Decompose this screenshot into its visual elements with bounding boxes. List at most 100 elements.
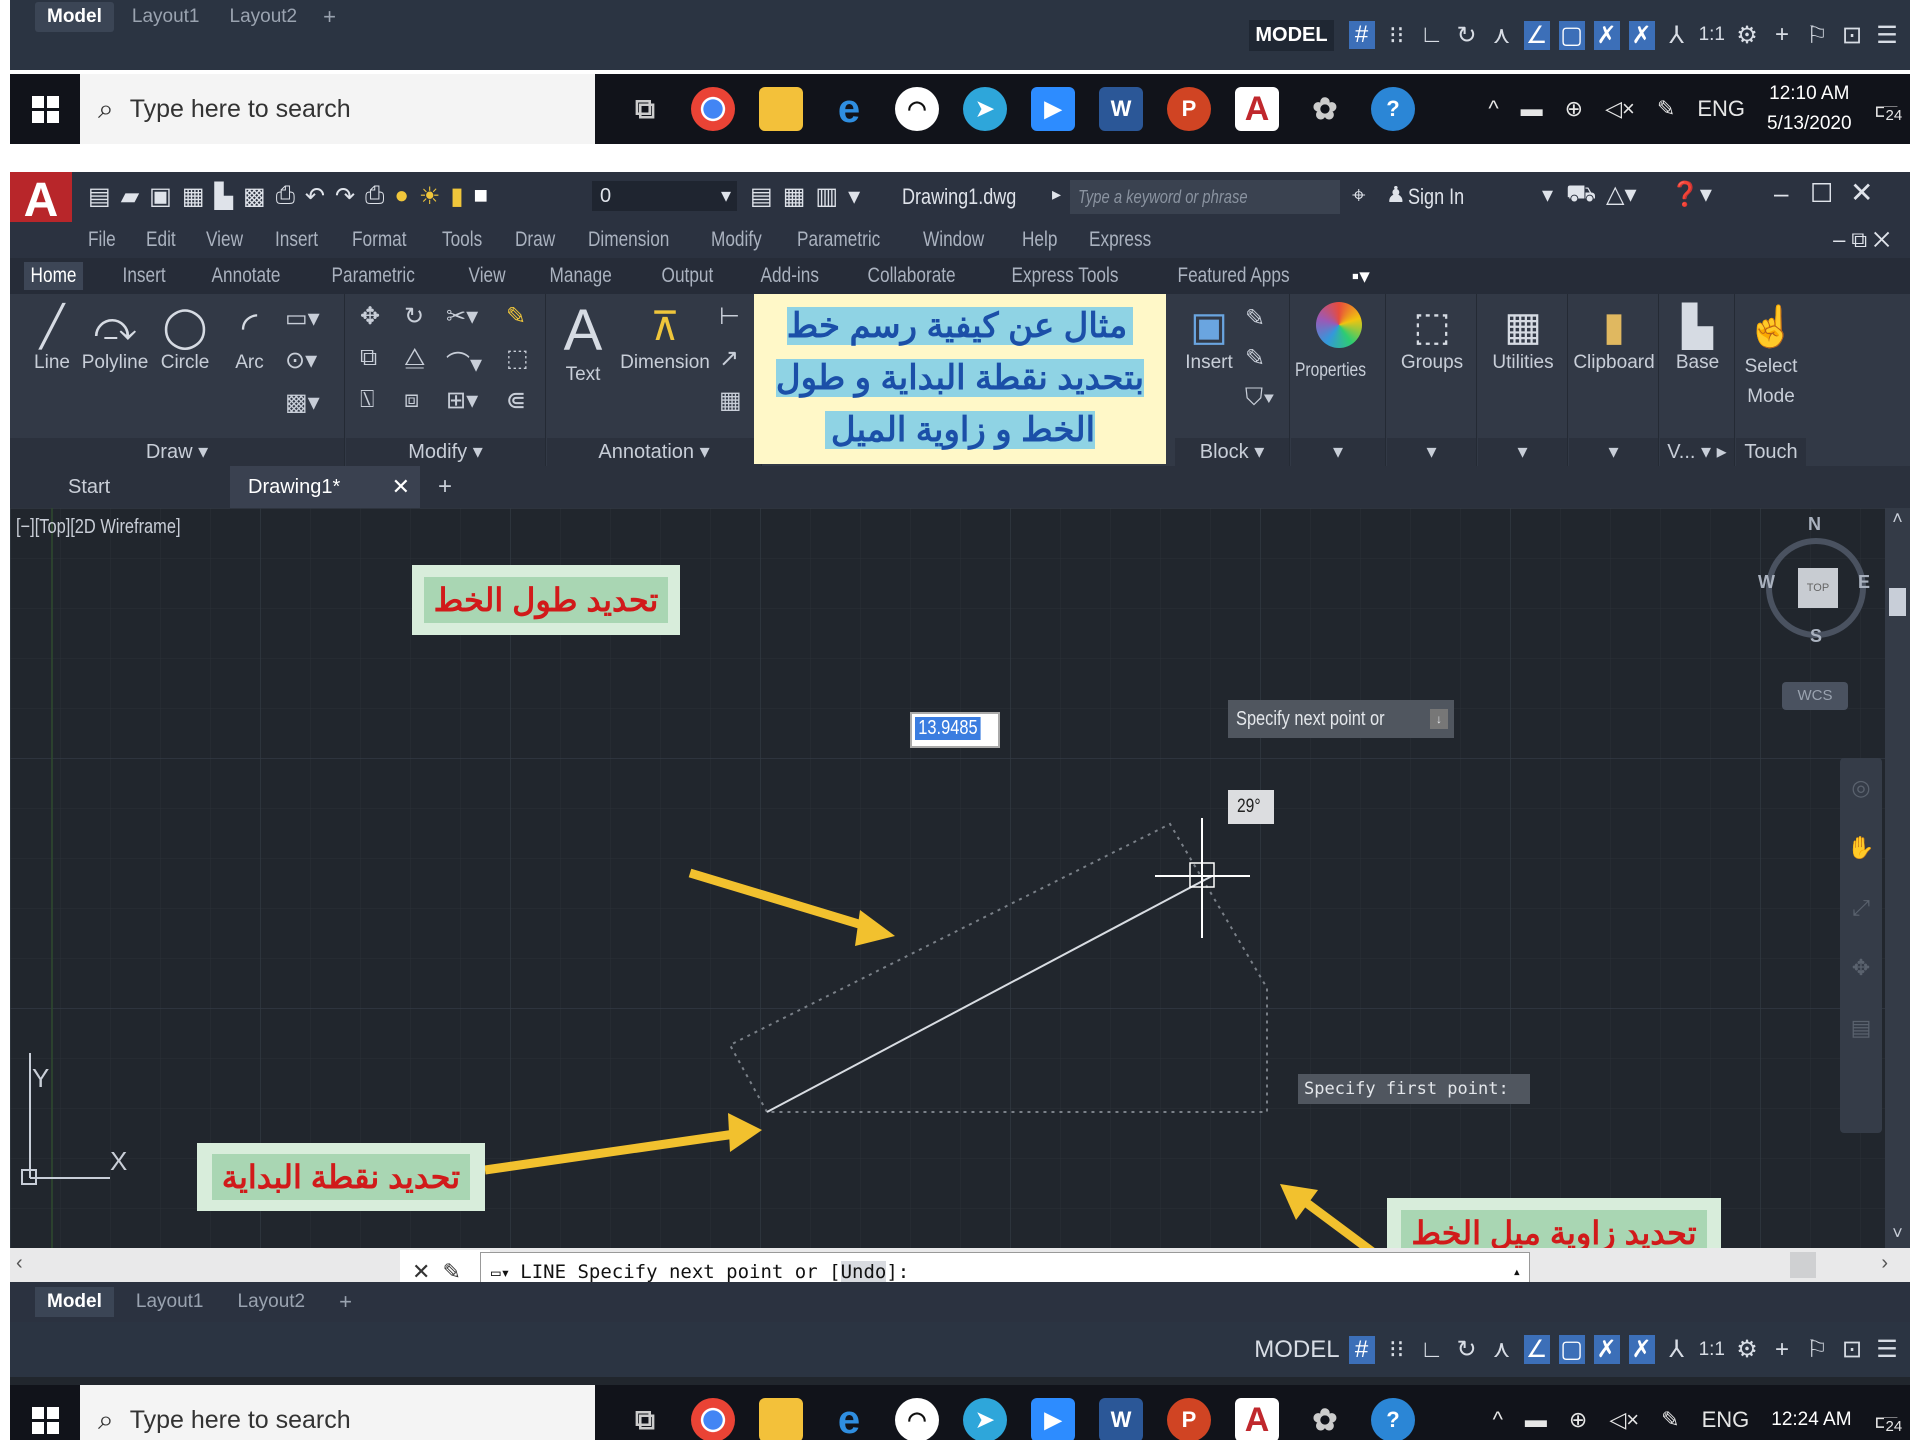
wcs-menu[interactable]: WCS — [1782, 682, 1848, 710]
notification-bottom-icon[interactable]: ▭24 — [1874, 1404, 1905, 1437]
trim-icon[interactable]: ✂▾ — [446, 302, 478, 331]
app2-icon[interactable]: ✿ — [1303, 87, 1347, 131]
ellipse-icon[interactable]: ⊙▾ — [285, 346, 317, 375]
taskbar-search[interactable]: ⌕ Type here to search — [80, 74, 595, 144]
help-question-icon[interactable]: ❓▾ — [1670, 180, 1712, 209]
utilities-expand-icon[interactable]: ▾ — [1478, 438, 1567, 466]
signin-dropdown-icon[interactable]: ▾ — [1542, 182, 1553, 208]
clock-bottom[interactable]: 12:24 AM — [1771, 1405, 1851, 1435]
gear-icon[interactable]: ⚙ — [1734, 21, 1760, 50]
navigation-bar[interactable]: ◎ ✋ ⤢ ✥ ▤ — [1840, 758, 1882, 1133]
steering-wheel-icon[interactable]: ◎ — [1840, 758, 1882, 818]
layout-tab-layout2-main[interactable]: Layout2 — [226, 1287, 318, 1317]
move-icon[interactable]: ✥ — [360, 302, 380, 331]
command-undo-option[interactable]: Undo — [840, 1261, 887, 1283]
tray-chevron-bottom-icon[interactable]: ^ — [1493, 1407, 1503, 1433]
customize-qat-icon[interactable]: ▾ — [848, 182, 860, 211]
publish-icon[interactable]: ▙ — [215, 182, 233, 211]
network-bottom-icon[interactable]: ⊕ — [1569, 1407, 1587, 1433]
autocad-icon[interactable]: A — [1235, 87, 1279, 131]
telegram-bottom-icon[interactable]: ➤ — [963, 1398, 1007, 1440]
layer-dropdown[interactable]: 0 ▾ — [592, 181, 737, 211]
select-mode-tool[interactable]: ☝ Select Mode — [1736, 302, 1806, 412]
ribbon-tab-annotate[interactable]: Annotate — [205, 262, 287, 290]
new-icon[interactable]: ▤ — [88, 182, 111, 211]
layout-tab-model-main[interactable]: Model — [35, 1287, 114, 1317]
add-layout-icon[interactable]: + — [315, 4, 344, 30]
keyword-search-input[interactable]: Type a keyword or phrase — [1070, 180, 1340, 214]
layer-tool-icon[interactable]: ▤ — [750, 182, 773, 211]
powerpoint-bottom-icon[interactable]: P — [1167, 1398, 1211, 1440]
polar-main-icon[interactable]: ↻ — [1454, 1335, 1480, 1364]
properties-expand-icon[interactable]: ▾ — [1291, 438, 1385, 466]
hatch-icon[interactable]: ▩▾ — [285, 388, 320, 417]
binoculars-icon[interactable]: ⌖ — [1352, 182, 1366, 210]
orbit-icon[interactable]: ✥ — [1840, 938, 1882, 998]
notification-icon[interactable]: ▭24 — [1874, 93, 1905, 126]
edge-icon[interactable]: e — [827, 87, 871, 131]
snap-icon[interactable]: ⁝⁝ — [1384, 21, 1410, 50]
clipboard-expand-icon[interactable]: ▾ — [1569, 438, 1658, 466]
erase-icon[interactable]: ✎ — [506, 302, 526, 331]
open-icon[interactable]: ▰ — [121, 182, 139, 211]
scroll-thumb[interactable] — [1889, 588, 1906, 616]
block-attribute-icon[interactable]: ⛉▾ — [1245, 384, 1275, 412]
menu-window[interactable]: Window — [923, 228, 984, 252]
tooltip-option-icon[interactable]: ↓ — [1430, 709, 1448, 729]
annotation-visibility-main-icon[interactable]: ✗ — [1593, 1335, 1620, 1364]
offset-icon[interactable]: ⋐ — [506, 386, 526, 415]
save-as-icon[interactable]: ▦ — [182, 182, 205, 211]
grid-main-icon[interactable]: # — [1348, 1335, 1375, 1364]
menu-icon[interactable]: ☰ — [1874, 21, 1900, 50]
help-bottom-icon[interactable]: ? — [1371, 1398, 1415, 1440]
word-bottom-icon[interactable]: W — [1099, 1398, 1143, 1440]
osnap-icon[interactable]: ▢ — [1558, 20, 1585, 50]
chrome-icon[interactable] — [691, 87, 735, 131]
undo-icon[interactable]: ↶ — [305, 182, 325, 211]
circle-tool[interactable]: ◯ Circle — [155, 302, 215, 374]
new-tab-icon[interactable]: + — [420, 466, 470, 508]
ribbon-tab-home[interactable]: Home — [24, 262, 84, 290]
minimize-icon[interactable]: – — [1774, 178, 1788, 209]
lock-icon[interactable]: ▮ — [450, 182, 463, 211]
menu-view[interactable]: View — [206, 228, 243, 252]
groups-expand-icon[interactable]: ▾ — [1387, 438, 1476, 466]
menu-express[interactable]: Express — [1089, 228, 1151, 252]
vertical-scrollbar[interactable]: ˄ ˅ — [1885, 508, 1910, 1248]
start-button[interactable] — [10, 74, 80, 144]
leader-icon[interactable]: ↗ — [719, 344, 739, 373]
properties-tool[interactable]: Properties — [1291, 302, 1386, 382]
ortho-icon[interactable]: ∟ — [1419, 21, 1445, 49]
fillet-icon[interactable]: ⌒▾ — [446, 344, 482, 379]
volume-icon[interactable]: ◁× — [1605, 96, 1635, 122]
pan-icon[interactable]: ✋ — [1840, 818, 1882, 878]
isodraft-icon[interactable]: ⋏ — [1489, 21, 1515, 50]
compass-east[interactable]: E — [1858, 572, 1870, 593]
cart-icon[interactable]: ⛟ — [1566, 180, 1596, 210]
ribbon-tab-featured-apps[interactable]: Featured Apps — [1171, 262, 1296, 290]
groups-panel[interactable]: ⬚ Groups ▾ — [1387, 294, 1477, 466]
autodesk-app-icon[interactable]: △▾ — [1606, 180, 1637, 209]
create-block-icon[interactable]: ✎ — [1245, 304, 1265, 333]
model-space-button[interactable]: MODEL — [1249, 19, 1334, 51]
drawing-viewport[interactable]: [−][Top][2D Wireframe] Y X 13.9485 Speci… — [10, 508, 1885, 1248]
tray-chevron-icon[interactable]: ^ — [1488, 96, 1498, 122]
annotation-monitor-main-icon[interactable]: ⅄ — [1664, 1335, 1690, 1364]
ribbon-tab-insert[interactable]: Insert — [116, 262, 172, 290]
pen-bottom-icon[interactable]: ✎ — [1661, 1407, 1679, 1433]
save-icon[interactable]: ▣ — [149, 182, 172, 211]
telegram-icon[interactable]: ➤ — [963, 87, 1007, 131]
language-indicator-bottom[interactable]: ENG — [1702, 1407, 1750, 1433]
auto-scale-icon[interactable]: ✗ — [1628, 20, 1655, 50]
menu-help[interactable]: Help — [1022, 228, 1057, 252]
plot-preview-icon[interactable]: ⎙ — [365, 182, 384, 211]
modify-panel-label[interactable]: Modify ▾ — [346, 438, 545, 466]
viewport-controls-label[interactable]: [−][Top][2D Wireframe] — [16, 516, 181, 539]
redo-icon[interactable]: ↷ — [335, 182, 355, 211]
plot-icon[interactable]: ▩ — [243, 182, 266, 211]
search-expand-icon[interactable]: ▸ — [1052, 184, 1061, 205]
menu-format[interactable]: Format — [352, 228, 407, 252]
file-explorer-bottom-icon[interactable] — [759, 1398, 803, 1440]
app2-bottom-icon[interactable]: ✿ — [1303, 1398, 1347, 1440]
ribbon-tab-view[interactable]: View — [462, 262, 512, 290]
